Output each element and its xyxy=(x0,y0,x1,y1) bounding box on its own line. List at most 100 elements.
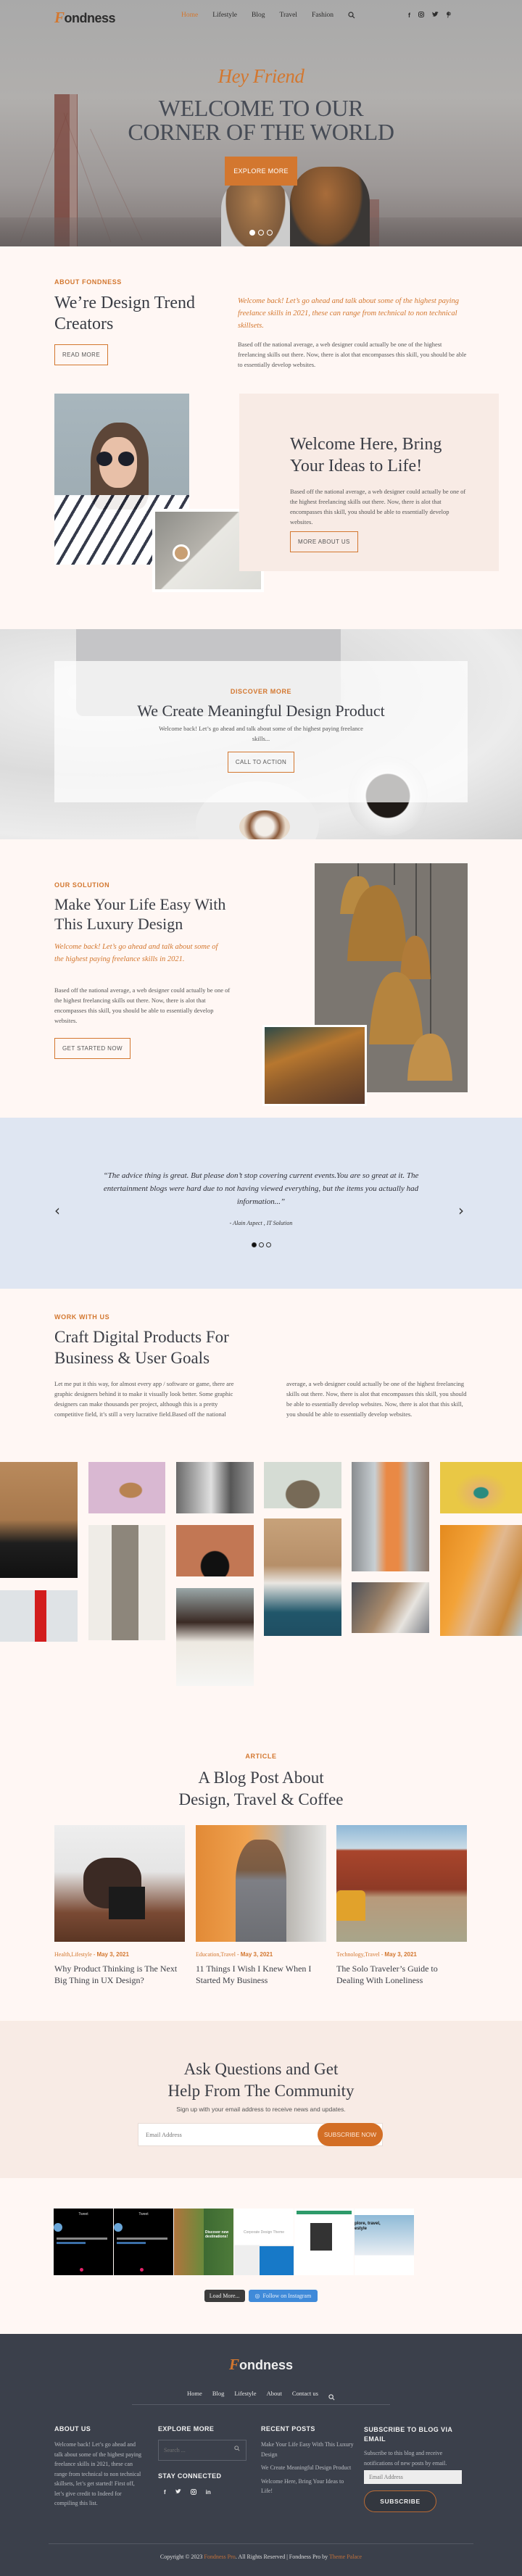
welcome-body: Based off the national average, a web de… xyxy=(290,488,466,525)
about-body: Based off the national average, a web de… xyxy=(238,341,467,368)
article-date[interactable]: May 3, 2021 xyxy=(241,1951,273,1958)
subscribe-now-button[interactable]: SUBSCRIBE NOW xyxy=(318,2123,383,2146)
article-categories[interactable]: Education,Travel xyxy=(196,1951,236,1958)
site-footer: Fondness Home Blog Lifestyle About Conta… xyxy=(0,2334,522,2576)
article-categories[interactable]: Technology,Travel xyxy=(336,1951,380,1958)
facebook-icon[interactable]: f xyxy=(164,2489,166,2496)
copyright-site-link[interactable]: Fondness Pro xyxy=(204,2554,235,2560)
instagram-thumb-news-theme[interactable] xyxy=(294,2209,354,2275)
gallery-image-woman-orange-scarf[interactable] xyxy=(440,1525,522,1636)
footer-search-icon[interactable] xyxy=(328,2390,335,2403)
footer-nav-contact[interactable]: Contact us xyxy=(292,2390,318,2403)
twitter-icon[interactable] xyxy=(432,12,439,20)
gallery-image-man-beard[interactable] xyxy=(264,1462,341,1508)
load-more-button[interactable]: Load More... xyxy=(204,2290,245,2302)
footer-subscribe-column: SUBSCRIBE TO BLOG VIA EMAIL Subscribe to… xyxy=(364,2425,469,2512)
recent-post-link[interactable]: We Create Meaningful Design Product xyxy=(261,2463,355,2473)
work-title: Craft Digital Products For Business & Us… xyxy=(54,1328,229,1367)
footer-about-column: ABOUT US Welcome back! Let’s go ahead an… xyxy=(54,2425,145,2509)
gallery-image-man-laptop[interactable] xyxy=(352,1582,429,1633)
recent-post-link[interactable]: Make Your Life Easy With This Luxury Des… xyxy=(261,2440,355,2459)
article-card[interactable]: Technology,Travel - May 3, 2021 The Solo… xyxy=(336,1825,467,1986)
site-logo[interactable]: Fondness xyxy=(54,9,116,27)
article-card[interactable]: Education,Travel - May 3, 2021 11 Things… xyxy=(196,1825,326,1986)
gallery-image-man-black-tshirt[interactable] xyxy=(0,1462,78,1578)
footer-nav: Home Blog Lifestyle About Contact us xyxy=(0,2390,522,2403)
testimonial-section: ‹ “The advice thing is great. But please… xyxy=(0,1118,522,1289)
footer-search-input[interactable] xyxy=(159,2440,231,2460)
footer-nav-about[interactable]: About xyxy=(267,2390,282,2403)
nav-item-blog[interactable]: Blog xyxy=(252,12,265,21)
instagram-icon[interactable] xyxy=(418,12,424,20)
nav-item-home[interactable]: Home xyxy=(181,12,198,21)
gallery-image-woman-yellow[interactable] xyxy=(440,1462,522,1513)
discover-title: We Create Meaningful Design Product xyxy=(137,702,385,720)
gallery-image-woman-curly[interactable] xyxy=(176,1588,254,1686)
newsletter-title-line2: Help From The Community xyxy=(167,2082,355,2100)
slider-dot-2[interactable] xyxy=(258,230,264,236)
nav-item-lifestyle[interactable]: Lifestyle xyxy=(212,12,237,21)
article-title[interactable]: Why Product Thinking is The Next Big Thi… xyxy=(54,1963,185,1986)
footer-subscribe-button[interactable]: SUBSCRIBE xyxy=(364,2490,436,2512)
footer-logo[interactable]: Fondness xyxy=(0,2356,522,2374)
follow-instagram-button[interactable]: ◎ Follow on Instagram xyxy=(248,2290,318,2302)
testimonial-next-arrow[interactable]: › xyxy=(458,1202,464,1219)
read-more-button[interactable]: READ MORE xyxy=(54,344,109,365)
testimonial-dot-3[interactable] xyxy=(265,1242,271,1247)
testimonial-dots xyxy=(0,1242,522,1247)
testimonial-dot-2[interactable] xyxy=(258,1242,264,1247)
article-title[interactable]: 11 Things I Wish I Knew When I Started M… xyxy=(196,1963,326,1986)
instagram-thumb-tweet[interactable]: Tweet xyxy=(54,2209,113,2275)
hero-section: Fondness Home Lifestyle Blog Travel Fash… xyxy=(0,0,522,246)
nav-item-travel[interactable]: Travel xyxy=(279,12,297,21)
newsletter-email-input[interactable] xyxy=(138,2124,312,2145)
gallery-image-woman-red[interactable] xyxy=(0,1590,78,1642)
nav-item-fashion[interactable]: Fashion xyxy=(312,12,334,21)
gallery-image-man-hat[interactable] xyxy=(176,1525,254,1576)
article-image-desert-van[interactable] xyxy=(336,1825,467,1942)
copyright-theme-link[interactable]: Theme Palace xyxy=(329,2554,362,2560)
testimonial-prev-arrow[interactable]: ‹ xyxy=(54,1202,60,1219)
explore-more-button[interactable]: EXPLORE MORE xyxy=(225,157,297,186)
facebook-icon[interactable]: f xyxy=(408,12,410,20)
gallery-image-woman-trench[interactable] xyxy=(88,1525,165,1640)
gallery-image-man-bw[interactable] xyxy=(176,1462,254,1513)
get-started-button[interactable]: GET STARTED NOW xyxy=(54,1038,130,1059)
instagram-thumb-travel-theme[interactable]: Discover new destinations! xyxy=(174,2209,233,2275)
article-image-woman-orange-wall[interactable] xyxy=(196,1825,326,1942)
gallery-image-woman-suspenders[interactable] xyxy=(264,1518,341,1636)
footer-nav-blog[interactable]: Blog xyxy=(212,2390,225,2403)
search-icon[interactable] xyxy=(234,2446,240,2454)
pinterest-icon[interactable] xyxy=(447,12,452,20)
article-title[interactable]: The Solo Traveler’s Guide to Dealing Wit… xyxy=(336,1963,467,1986)
footer-nav-home[interactable]: Home xyxy=(187,2390,202,2403)
search-icon[interactable] xyxy=(348,12,355,21)
article-date[interactable]: May 3, 2021 xyxy=(96,1951,128,1958)
recent-post-link[interactable]: Welcome Here, Bring Your Ideas to Life! xyxy=(261,2477,355,2496)
slider-dot-1[interactable] xyxy=(249,230,255,236)
slider-dot-3[interactable] xyxy=(267,230,273,236)
gallery-image-woman-orange-dress[interactable] xyxy=(352,1462,429,1571)
instagram-thumb-tweet[interactable]: Tweet xyxy=(114,2209,173,2275)
hero-person-left xyxy=(221,178,290,246)
article-categories[interactable]: Health,Lifestyle xyxy=(54,1951,92,1958)
instagram-thumb-corporate-theme[interactable]: Corporate Design Theme xyxy=(234,2209,294,2275)
article-card[interactable]: Health,Lifestyle - May 3, 2021 Why Produ… xyxy=(54,1825,185,1986)
footer-email-input[interactable] xyxy=(364,2470,462,2484)
gallery-image-woman-pink-bg[interactable] xyxy=(88,1462,165,1513)
testimonial-dot-1[interactable] xyxy=(251,1242,257,1247)
twitter-icon[interactable] xyxy=(175,2489,181,2496)
social-links: f xyxy=(408,12,452,20)
newsletter-title-line1: Ask Questions and Get xyxy=(183,2060,339,2078)
call-to-action-button[interactable]: CALL TO ACTION xyxy=(227,752,295,773)
footer-nav-lifestyle[interactable]: Lifestyle xyxy=(234,2390,256,2403)
article-image-women-laptop[interactable] xyxy=(54,1825,185,1942)
hero-slider-dots xyxy=(0,230,522,236)
instagram-icon[interactable] xyxy=(190,2489,196,2496)
testimonial-quote: “The advice thing is great. But please d… xyxy=(103,1171,419,1206)
instagram-thumb-lifestyle-theme[interactable]: plore, travel, estyle xyxy=(355,2209,414,2275)
solution-title: Make Your Life Easy With This Luxury Des… xyxy=(54,895,226,933)
linkedin-icon[interactable]: in xyxy=(206,2489,211,2496)
article-date[interactable]: May 3, 2021 xyxy=(384,1951,416,1958)
more-about-us-button[interactable]: MORE ABOUT US xyxy=(290,531,358,552)
